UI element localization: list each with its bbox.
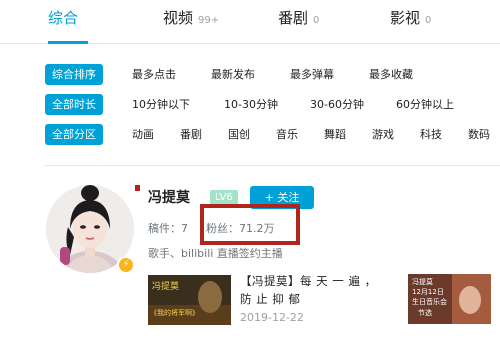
tab-video-label: 视频 xyxy=(163,9,194,27)
tab-movie-count: 0 xyxy=(425,15,432,26)
thumb-2-text-top: 冯提莫 xyxy=(412,277,433,286)
highlight-box xyxy=(200,204,300,245)
zone-option-digital[interactable]: 数码 xyxy=(468,124,490,145)
zone-filter-row: 全部分区 动画 番剧 国创 音乐 舞蹈 游戏 科技 数码 xyxy=(0,124,500,146)
zone-option-guochuang[interactable]: 国创 xyxy=(228,124,250,145)
tab-bangumi-label: 番剧 xyxy=(278,9,309,27)
sort-option-most-danmaku[interactable]: 最多弹幕 xyxy=(290,64,334,85)
search-type-tabs: 综合 视频 99+ 番剧 0 影视 0 xyxy=(0,0,500,44)
tab-all[interactable]: 综合 xyxy=(48,7,78,29)
duration-option-under-10[interactable]: 10分钟以下 xyxy=(132,94,190,115)
tab-bangumi[interactable]: 番剧 0 xyxy=(278,7,319,29)
sort-option-newest[interactable]: 最新发布 xyxy=(211,64,255,85)
section-divider xyxy=(45,165,500,166)
video-thumbnail-1[interactable]: 冯提莫 《我的将军啊》 xyxy=(148,275,231,325)
lightning-verify-icon: ⚡ xyxy=(117,256,135,274)
zone-option-dance[interactable]: 舞蹈 xyxy=(324,124,346,145)
zone-option-music[interactable]: 音乐 xyxy=(276,124,298,145)
video-title[interactable]: 【冯提莫】每 天 一 遍 ， 防 止 抑 郁 xyxy=(240,272,380,308)
duration-filter-row: 全部时长 10分钟以下 10-30分钟 30-60分钟 60分钟以上 xyxy=(0,94,500,116)
tab-movie-label: 影视 xyxy=(390,9,421,27)
sort-option-most-favorites[interactable]: 最多收藏 xyxy=(369,64,413,85)
zone-option-tech[interactable]: 科技 xyxy=(420,124,442,145)
thumb-1-text-bottom: 《我的将军啊》 xyxy=(150,308,199,317)
video-thumbnail-1-image: 冯提莫 《我的将军啊》 xyxy=(148,275,231,325)
upload-count: 稿件：7 xyxy=(148,222,188,235)
video-thumbnail-2-image: 冯提莫 12月12日 生日音乐会 节选 xyxy=(408,274,491,324)
thumb-1-text-top: 冯提莫 xyxy=(152,280,179,292)
thumb-2-text-bottom: 节选 xyxy=(418,308,432,317)
user-description: 歌手、bilibili 直播签约主播 xyxy=(148,247,283,260)
zone-option-game[interactable]: 游戏 xyxy=(372,124,394,145)
sort-filter-row: 综合排序 最多点击 最新发布 最多弹幕 最多收藏 xyxy=(0,64,500,86)
zone-filter-active[interactable]: 全部分区 xyxy=(45,124,103,145)
level-badge: LV6 xyxy=(210,190,238,205)
video-thumbnail-2[interactable]: 冯提莫 12月12日 生日音乐会 节选 xyxy=(408,274,491,324)
live-marker xyxy=(135,185,140,191)
duration-option-30-60[interactable]: 30-60分钟 xyxy=(310,94,364,115)
sort-filter-active[interactable]: 综合排序 xyxy=(45,64,103,85)
tab-movie[interactable]: 影视 0 xyxy=(390,7,431,29)
video-date: 2019-12-22 xyxy=(240,311,304,324)
tab-all-label: 综合 xyxy=(48,9,79,27)
sort-option-most-clicks[interactable]: 最多点击 xyxy=(132,64,176,85)
duration-option-over-60[interactable]: 60分钟以上 xyxy=(396,94,454,115)
tab-bangumi-count: 0 xyxy=(313,15,320,26)
duration-filter-active[interactable]: 全部时长 xyxy=(45,94,103,115)
zone-option-animation[interactable]: 动画 xyxy=(132,124,154,145)
tab-video[interactable]: 视频 99+ xyxy=(163,7,219,29)
thumb-2-text-mid: 12月12日 xyxy=(412,288,444,296)
tab-video-count: 99+ xyxy=(198,15,220,26)
thumb-2-text-mid2: 生日音乐会 xyxy=(412,297,447,306)
active-tab-indicator xyxy=(48,41,88,44)
duration-option-10-30[interactable]: 10-30分钟 xyxy=(224,94,278,115)
user-name[interactable]: 冯提莫 xyxy=(148,187,190,207)
zone-option-bangumi[interactable]: 番剧 xyxy=(180,124,202,145)
